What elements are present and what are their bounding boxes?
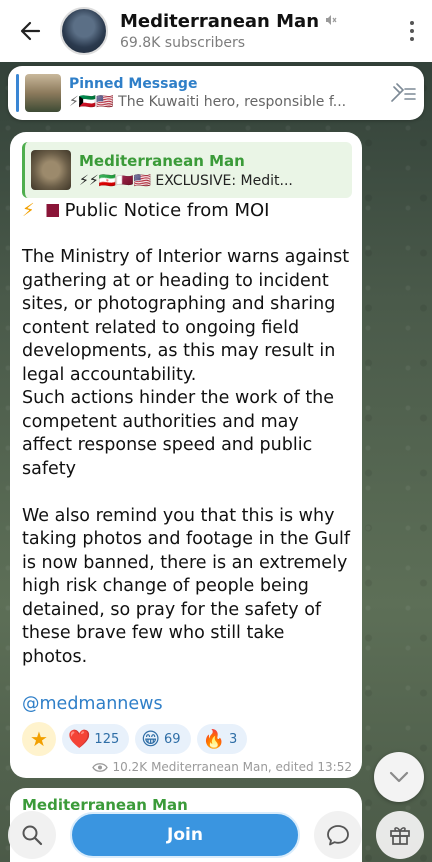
channel-info[interactable]: Mediterranean Man 69.8K subscribers	[120, 11, 392, 51]
reaction-count: 69	[164, 731, 181, 747]
back-button[interactable]	[0, 0, 60, 62]
message-heading: ⚡ Public Notice from MOI	[22, 200, 269, 221]
message-body: The Ministry of Interior warns against g…	[22, 246, 352, 693]
eye-icon	[92, 762, 109, 772]
reactions-row: ★ ❤️ 125 😁 69 🔥 3	[22, 722, 248, 756]
channel-avatar[interactable]	[60, 7, 108, 55]
reply-quote[interactable]: Mediterranean Man ⚡⚡🇮🇷🇶🇦🇺🇸 EXCLUSIVE: Me…	[22, 142, 352, 198]
fire-icon: 🔥	[202, 728, 225, 750]
search-icon	[22, 825, 43, 846]
channel-link[interactable]: @medmannews	[22, 694, 163, 714]
reply-snippet: ⚡⚡🇮🇷🇶🇦🇺🇸 EXCLUSIVE: Medit...	[79, 172, 293, 189]
reaction-heart[interactable]: ❤️ 125	[62, 724, 130, 754]
muted-icon	[325, 14, 337, 29]
more-vertical-icon	[410, 21, 414, 41]
reaction-count: 125	[94, 731, 120, 747]
pin-list-icon	[391, 83, 416, 102]
heart-icon: ❤️	[68, 728, 91, 750]
more-options-button[interactable]	[392, 0, 432, 62]
reaction-grin[interactable]: 😁 69	[135, 724, 191, 754]
pinned-indicator	[16, 74, 19, 112]
gift-icon	[390, 827, 410, 845]
pinned-thumbnail	[25, 74, 61, 112]
chevron-down-icon	[389, 771, 409, 783]
reply-thumbnail	[31, 150, 71, 190]
lightning-icon: ⚡	[22, 200, 35, 221]
paragraph-1: The Ministry of Interior warns against g…	[22, 247, 350, 385]
paragraph-2: We also remind you that this is why taki…	[22, 505, 351, 667]
reaction-fire[interactable]: 🔥 3	[196, 724, 248, 754]
comments-button[interactable]	[314, 811, 362, 859]
heading-text: Public Notice from MOI	[64, 200, 270, 221]
pinned-message-bar[interactable]: Pinned Message ⚡🇰🇼🇺🇸 The Kuwaiti hero, r…	[8, 66, 424, 120]
message-meta: 10.2K Mediterranean Man, edited 13:52	[92, 760, 352, 774]
pinned-snippet: ⚡🇰🇼🇺🇸 The Kuwaiti hero, responsible f...	[69, 94, 347, 110]
paragraph-1b: Such actions hinder the work of the comp…	[22, 388, 335, 479]
star-icon: ★	[30, 727, 48, 751]
bottom-bar: Join	[0, 808, 432, 862]
view-count: 10.2K	[112, 760, 148, 774]
join-button[interactable]: Join	[70, 812, 300, 858]
message-bubble[interactable]: Mediterranean Man ⚡⚡🇮🇷🇶🇦🇺🇸 EXCLUSIVE: Me…	[10, 132, 362, 778]
qatar-flag-icon	[40, 204, 59, 217]
search-button[interactable]	[8, 811, 56, 859]
back-arrow-icon	[20, 21, 41, 41]
chat-header: Mediterranean Man 69.8K subscribers	[0, 0, 432, 62]
star-reaction-button[interactable]: ★	[22, 722, 56, 756]
reply-sender: Mediterranean Man	[79, 151, 245, 170]
pinned-label: Pinned Message	[69, 76, 198, 92]
pinned-list-button[interactable]	[384, 83, 424, 103]
gift-button[interactable]	[376, 811, 424, 859]
subscriber-count: 69.8K subscribers	[120, 35, 246, 51]
chat-bubble-icon	[327, 825, 349, 846]
author-time: Mediterranean Man, edited 13:52	[151, 760, 352, 774]
grin-icon: 😁	[141, 728, 161, 750]
scroll-down-button[interactable]	[374, 752, 424, 802]
channel-title: Mediterranean Man	[120, 11, 320, 32]
reaction-count: 3	[228, 731, 238, 747]
